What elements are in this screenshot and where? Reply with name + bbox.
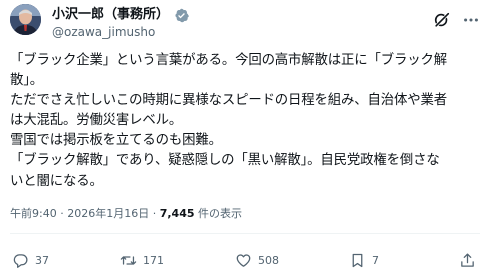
like-button[interactable]: 508: [235, 252, 279, 269]
grok-icon[interactable]: [433, 11, 451, 29]
post-text-line: 散」。: [10, 73, 44, 89]
share-icon: [461, 253, 474, 267]
meta-separator: ·: [60, 207, 64, 220]
repost-count: 171: [143, 253, 164, 267]
more-options-icon[interactable]: [462, 11, 480, 29]
post-text-line: 「ブラック解散」であり、疑惑隠しの「黒い解散」。自民党政権を倒さな: [10, 153, 440, 169]
post-text-line: いと闇になる。: [10, 173, 103, 189]
post-time[interactable]: 午前9:40: [10, 207, 57, 220]
reply-count: 37: [35, 253, 49, 267]
avatar[interactable]: [10, 4, 41, 35]
verified-badge-icon[interactable]: [174, 8, 189, 23]
heart-icon: [236, 254, 251, 267]
post-text-line: は大混乱。労働災害レベル。: [10, 113, 183, 129]
share-button[interactable]: [459, 252, 476, 269]
reply-icon: [13, 254, 28, 268]
bookmark-icon: [352, 253, 363, 268]
post: 小沢一郎（事務所） @ozawa_jimusho 「ブラック企業」という言葉があ…: [0, 0, 490, 278]
post-date[interactable]: 2026年1月16日: [67, 207, 149, 220]
post-text-line: ただでさえ忙しいこの時期に異様なスピードの日程を組み、自治体や業者: [10, 93, 447, 109]
author-handle[interactable]: @ozawa_jimusho: [52, 25, 155, 39]
post-meta: 午前9:40 · 2026年1月16日 · 7,445 件の表示: [10, 207, 242, 221]
views-label[interactable]: 件の表示: [198, 207, 242, 220]
repost-icon: [120, 256, 137, 265]
post-text-line: 「ブラック企業」という言葉がある。今回の高市解散は正に「ブラック解: [10, 53, 447, 68]
post-text-line: 雪国では掲示板を立てるのも困難。: [10, 133, 222, 149]
repost-button[interactable]: 171: [120, 252, 164, 269]
reply-button[interactable]: 37: [12, 252, 49, 269]
like-count: 508: [258, 253, 279, 267]
divider: [10, 233, 480, 234]
views-count[interactable]: 7,445: [160, 207, 195, 220]
meta-separator: ·: [152, 207, 157, 220]
author-display-name[interactable]: 小沢一郎（事務所）: [52, 7, 169, 23]
author-name-row[interactable]: 小沢一郎（事務所）: [52, 7, 189, 23]
bookmark-button[interactable]: 7: [349, 252, 379, 269]
post-text: 「ブラック企業」という言葉がある。今回の高市解散は正に「ブラック解 散」。 ただ…: [10, 51, 484, 192]
bookmark-count: 7: [372, 253, 379, 267]
